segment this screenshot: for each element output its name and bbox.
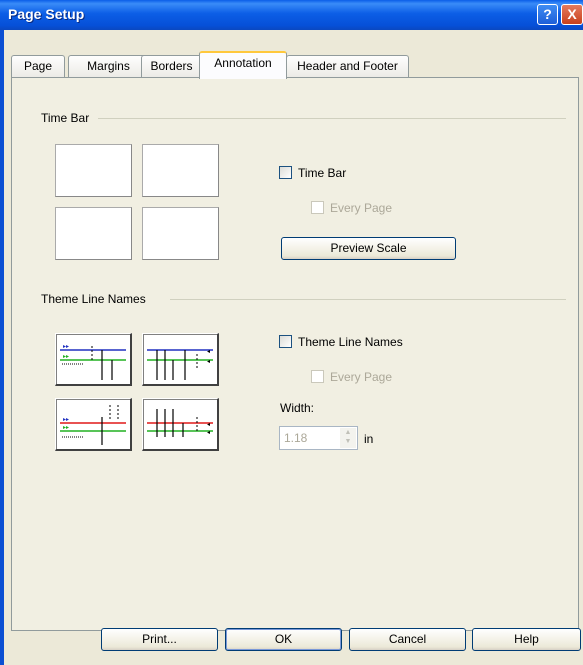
title-bar: Page Setup ? X	[0, 0, 583, 30]
theme-line-layout-2[interactable]: ◂ ◂	[142, 333, 219, 386]
time-bar-option-3[interactable]	[55, 207, 132, 260]
close-button[interactable]: X	[561, 4, 583, 25]
svg-text:▸▸: ▸▸	[63, 416, 69, 423]
tab-margins[interactable]: Margins	[68, 55, 149, 77]
print-button[interactable]: Print...	[101, 628, 218, 651]
tab-page[interactable]: Page	[11, 55, 65, 77]
theme-line-names-checkbox-label: Theme Line Names	[298, 335, 403, 349]
time-bar-option-1[interactable]	[55, 144, 132, 197]
width-value: 1.18	[284, 431, 308, 445]
help-title-button[interactable]: ?	[537, 4, 558, 25]
time-bar-every-page-label: Every Page	[330, 201, 393, 215]
tab-annotation[interactable]: Annotation	[199, 51, 287, 79]
theme-line-every-page-checkbox[interactable]	[311, 370, 324, 383]
theme-line-names-group-line	[170, 299, 566, 300]
theme-line-every-page-label: Every Page	[330, 370, 393, 384]
svg-text:▸▸: ▸▸	[63, 343, 69, 350]
theme-line-layout-4[interactable]: ◂ ◂	[142, 398, 219, 451]
time-bar-every-page-checkbox[interactable]	[311, 201, 324, 214]
time-bar-option-4[interactable]	[142, 207, 219, 260]
theme-line-names-group-title: Theme Line Names	[41, 292, 150, 306]
preview-scale-button[interactable]: Preview Scale	[281, 237, 456, 260]
width-spinbox[interactable]: 1.18 ▲ ▼	[279, 426, 358, 450]
time-bar-option-2[interactable]	[142, 144, 219, 197]
theme-line-layout-4-graphic: ◂ ◂	[147, 409, 213, 437]
spin-down-icon[interactable]: ▼	[342, 438, 354, 446]
theme-line-layout-3-graphic: ▸▸ ▸▸	[60, 405, 126, 445]
theme-line-layout-2-graphic: ◂ ◂	[147, 348, 213, 380]
tab-header-and-footer[interactable]: Header and Footer	[286, 55, 409, 77]
svg-text:◂: ◂	[207, 421, 210, 428]
window-title: Page Setup	[8, 6, 85, 22]
time-bar-checkbox-label: Time Bar	[298, 166, 347, 180]
ok-button[interactable]: OK	[225, 628, 342, 651]
width-unit-label: in	[364, 432, 374, 446]
svg-text:◂: ◂	[207, 358, 210, 365]
theme-line-layout-3[interactable]: ▸▸ ▸▸	[55, 398, 132, 451]
time-bar-group-title: Time Bar	[41, 111, 94, 125]
theme-line-names-checkbox[interactable]	[279, 335, 292, 348]
help-button[interactable]: Help	[472, 628, 581, 651]
cancel-button[interactable]: Cancel	[349, 628, 466, 651]
time-bar-group-line	[98, 118, 566, 119]
svg-text:▸▸: ▸▸	[63, 353, 69, 360]
window-frame	[0, 30, 4, 665]
width-spinner-buttons: ▲ ▼	[340, 428, 356, 448]
time-bar-checkbox[interactable]	[279, 166, 292, 179]
spin-up-icon[interactable]: ▲	[342, 429, 354, 437]
svg-text:◂: ◂	[207, 429, 210, 436]
svg-text:▸▸: ▸▸	[63, 424, 69, 431]
tab-borders[interactable]: Borders	[141, 55, 202, 77]
svg-text:◂: ◂	[207, 348, 210, 355]
width-label: Width:	[280, 401, 315, 415]
theme-line-layout-1[interactable]: ▸▸ ▸▸	[55, 333, 132, 386]
theme-line-layout-1-graphic: ▸▸ ▸▸	[60, 343, 126, 380]
